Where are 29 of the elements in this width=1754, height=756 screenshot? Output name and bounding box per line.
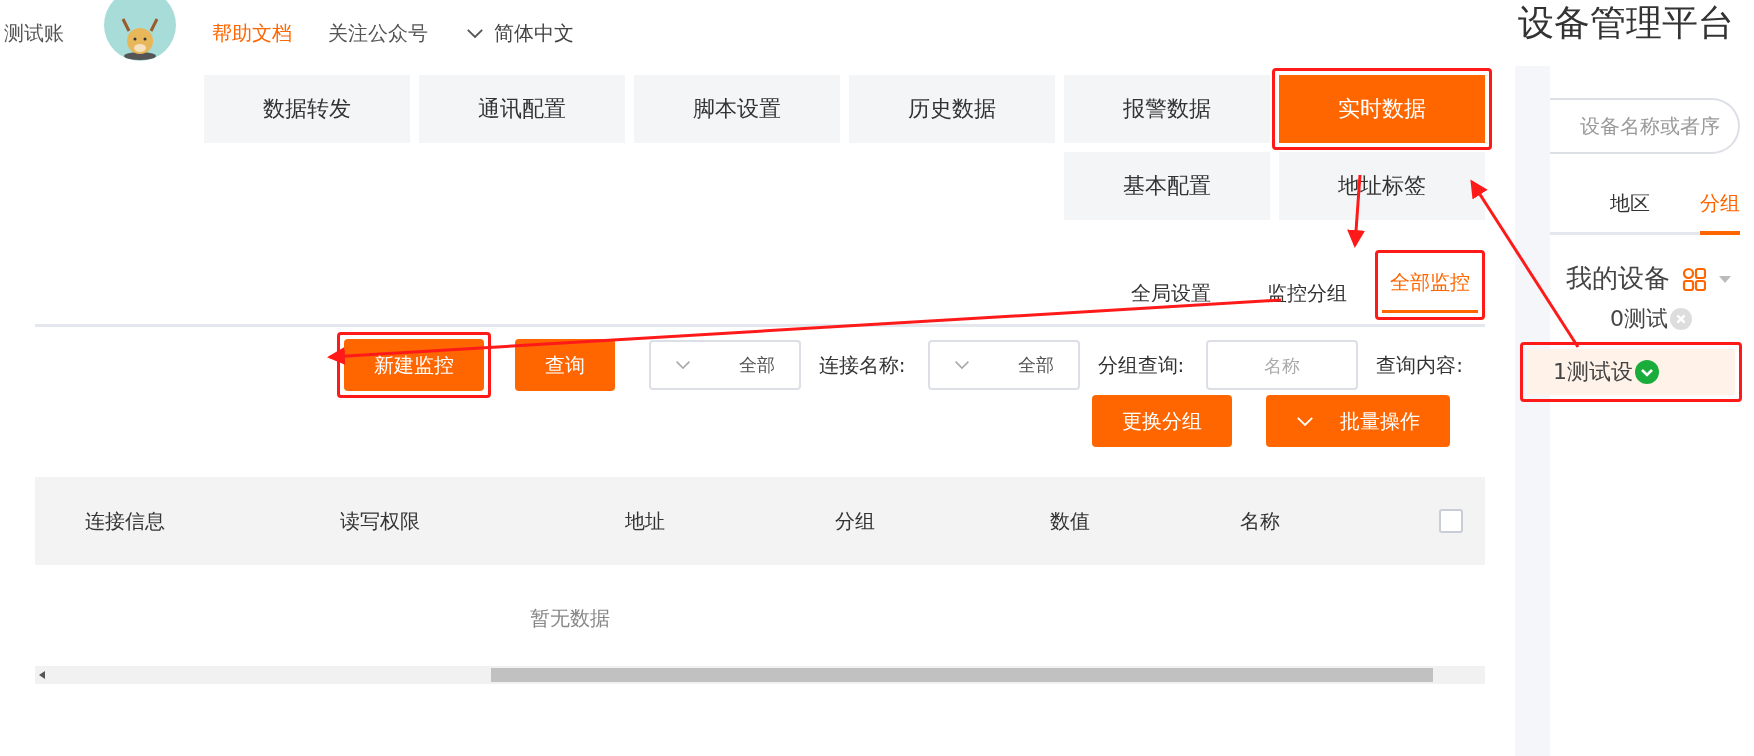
- nav-tile[interactable]: 历史数据: [849, 75, 1055, 143]
- column-header: 名称: [1239, 507, 1281, 535]
- nav-tile[interactable]: 基本配置: [1064, 152, 1270, 220]
- tree-item[interactable]: 1测试设: [1527, 349, 1735, 395]
- tree-item[interactable]: 0测试: [1550, 296, 1740, 342]
- filter-label: 连接名称:: [818, 351, 906, 379]
- sidebar-tab[interactable]: 地区: [1610, 180, 1650, 235]
- column-header: 分组: [834, 507, 876, 535]
- empty-message: 暂无数据: [529, 605, 611, 632]
- nav-tile[interactable]: 数据转发: [204, 75, 410, 143]
- column-header: 数值: [1049, 507, 1091, 535]
- column-header: 连接信息: [84, 507, 166, 535]
- header-link[interactable]: 关注公众号: [328, 19, 428, 47]
- nav-tile[interactable]: 脚本设置: [634, 75, 840, 143]
- account-name[interactable]: 测试账: [4, 19, 64, 47]
- select-field[interactable]: 全部: [927, 340, 1080, 390]
- nav-tile[interactable]: 通讯配置: [419, 75, 625, 143]
- filter-label: 查询内容:: [1376, 351, 1463, 379]
- input-field[interactable]: 名称: [1206, 340, 1359, 390]
- app-title: 设备管理平台: [1518, 0, 1734, 45]
- nav-tile[interactable]: 报警数据: [1064, 75, 1270, 143]
- select-field[interactable]: 全部: [648, 340, 801, 390]
- filter-label: 分组查询:: [1097, 351, 1185, 379]
- search-field[interactable]: 设备名称或者序: [1550, 98, 1740, 154]
- sub-tab[interactable]: 全局设置: [1123, 268, 1219, 324]
- column-header: 读写权限: [339, 507, 421, 535]
- tree-group-label[interactable]: 我的设备: [1566, 261, 1670, 296]
- column-header: 地址: [624, 507, 666, 535]
- language-selector[interactable]: 简体中文: [494, 19, 574, 47]
